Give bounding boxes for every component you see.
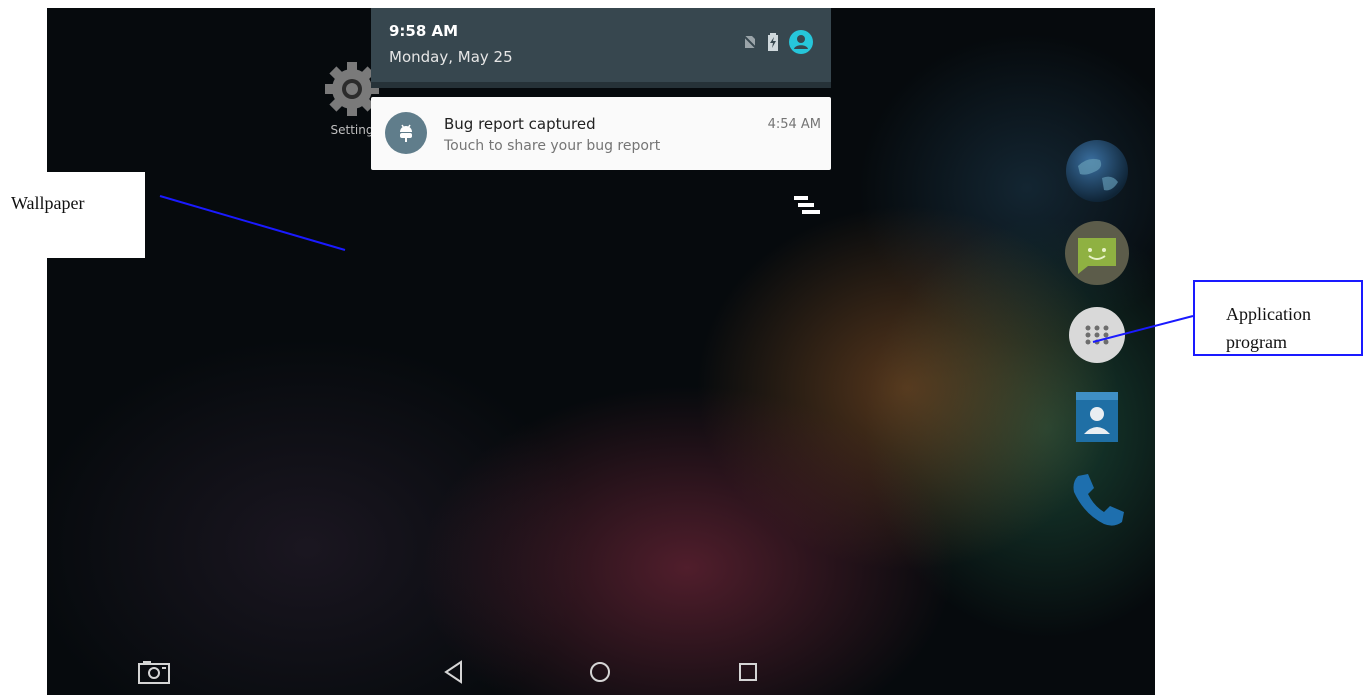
application-callout-line1: Application — [1226, 304, 1311, 324]
messaging-icon[interactable] — [1064, 220, 1130, 286]
wallpaper-callout-text: Wallpaper — [11, 193, 85, 213]
contacts-icon[interactable] — [1064, 384, 1130, 450]
clock-time: 9:58 AM — [389, 22, 459, 40]
notification-text: Touch to share your bug report — [444, 138, 661, 154]
battery-charging-icon — [768, 33, 778, 51]
clock-date: Monday, May 25 — [389, 48, 513, 66]
no-sim-icon — [743, 34, 757, 50]
notification-title: Bug report captured — [444, 115, 596, 133]
screenshot-icon[interactable] — [137, 659, 171, 685]
app-drawer-icon[interactable] — [1064, 302, 1130, 368]
user-avatar-icon[interactable] — [789, 30, 813, 54]
status-icons — [743, 30, 813, 54]
back-icon[interactable] — [441, 659, 467, 685]
bug-report-notification[interactable]: Bug report captured Touch to share your … — [371, 97, 831, 170]
application-program-callout: Application program — [1193, 280, 1363, 356]
home-icon[interactable] — [587, 659, 613, 685]
browser-globe-icon[interactable] — [1064, 138, 1130, 204]
app-dock — [1064, 138, 1134, 548]
android-bug-icon — [385, 112, 427, 154]
phone-icon[interactable] — [1064, 466, 1130, 532]
recents-icon[interactable] — [735, 659, 761, 685]
android-screen: Setting 9:58 AM Monday, May 25 Bug repor… — [47, 8, 1155, 695]
application-callout-line2: program — [1226, 332, 1287, 352]
shade-divider — [371, 82, 831, 88]
wallpaper-callout: Wallpaper — [0, 172, 145, 258]
notification-shade-header[interactable]: 9:58 AM Monday, May 25 — [371, 8, 831, 88]
dismiss-all-icon[interactable] — [794, 194, 820, 216]
navigation-bar — [47, 647, 1155, 695]
notification-time: 4:54 AM — [767, 117, 821, 132]
